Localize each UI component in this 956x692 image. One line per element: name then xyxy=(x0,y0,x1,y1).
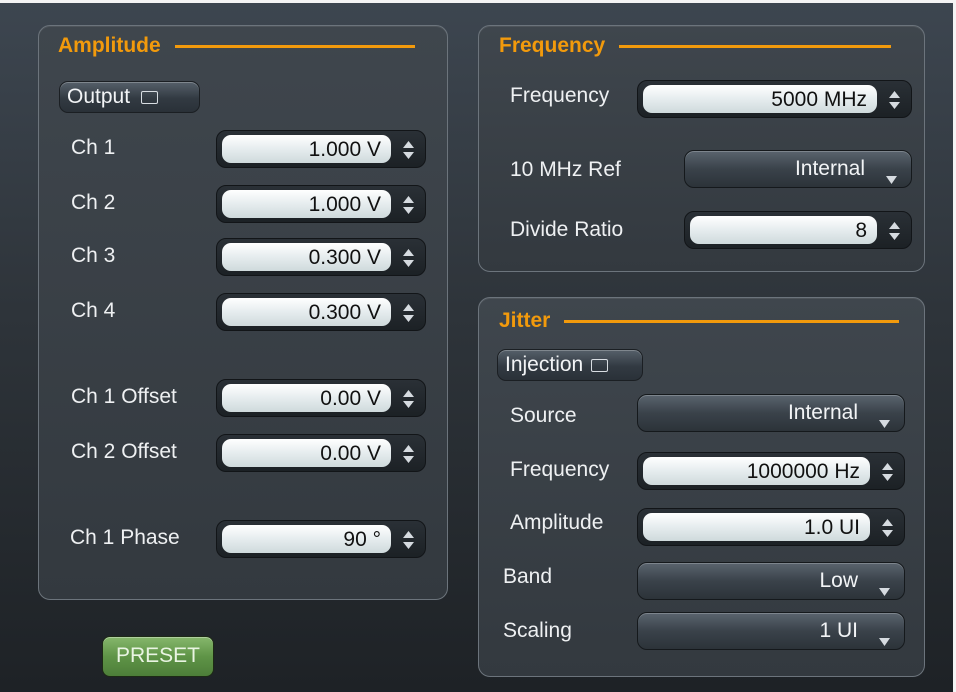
up-down-arrows-icon[interactable] xyxy=(888,221,901,241)
ch2-offset-value[interactable]: 0.00 V xyxy=(222,439,391,467)
ch1-label: Ch 1 xyxy=(71,136,116,159)
ch4-label: Ch 4 xyxy=(71,299,116,322)
amplitude-title: Amplitude xyxy=(58,34,415,58)
up-down-arrows-icon[interactable] xyxy=(402,248,415,268)
top-border xyxy=(0,0,956,3)
output-toggle-button[interactable]: Output xyxy=(59,81,200,113)
jitter-amplitude-label: Amplitude xyxy=(510,511,604,534)
divide-ratio-spinbox[interactable]: 8 xyxy=(684,211,912,249)
up-down-arrows-icon[interactable] xyxy=(402,389,415,409)
ch2-offset-spinbox[interactable]: 0.00 V xyxy=(216,434,426,472)
ch1-amplitude-spinbox[interactable]: 1.000 V xyxy=(216,130,426,168)
frequency-label: Frequency xyxy=(510,84,610,107)
ch3-label: Ch 3 xyxy=(71,244,116,267)
jitter-frequency-label: Frequency xyxy=(510,458,610,481)
ch3-amplitude-spinbox[interactable]: 0.300 V xyxy=(216,238,426,276)
ch1-phase-spinbox[interactable]: 90 ° xyxy=(216,520,426,558)
frequency-value[interactable]: 5000 MHz xyxy=(643,85,877,113)
up-down-arrows-icon[interactable] xyxy=(881,462,894,482)
caret-down-icon xyxy=(879,578,890,602)
checkbox-icon xyxy=(591,358,609,372)
ch2-amplitude-spinbox[interactable]: 1.000 V xyxy=(216,185,426,223)
caret-down-icon xyxy=(886,166,897,190)
up-down-arrows-icon[interactable] xyxy=(881,518,894,538)
ch1-offset-value[interactable]: 0.00 V xyxy=(222,384,391,412)
caret-down-icon xyxy=(879,628,890,652)
scaling-dropdown[interactable]: 1 UI xyxy=(637,612,905,650)
up-down-arrows-icon[interactable] xyxy=(402,303,415,323)
up-down-arrows-icon[interactable] xyxy=(402,140,415,160)
ref-dropdown-value: Internal xyxy=(794,157,865,180)
jitter-amplitude-spinbox[interactable]: 1.0 UI xyxy=(637,508,905,546)
jitter-title-text: Jitter xyxy=(499,309,551,332)
frequency-title-text: Frequency xyxy=(499,34,606,57)
up-down-arrows-icon[interactable] xyxy=(402,195,415,215)
jitter-title-line xyxy=(564,319,900,323)
up-down-arrows-icon[interactable] xyxy=(402,444,415,464)
divide-ratio-label: Divide Ratio xyxy=(510,218,624,241)
frequency-title: Frequency xyxy=(499,34,892,58)
ch1-amplitude-value[interactable]: 1.000 V xyxy=(222,135,391,163)
injection-toggle-label: Injection xyxy=(505,353,584,376)
ref-dropdown[interactable]: Internal xyxy=(684,150,912,188)
injection-toggle-button[interactable]: Injection xyxy=(497,349,643,381)
ch4-amplitude-value[interactable]: 0.300 V xyxy=(222,298,391,326)
jitter-amplitude-value[interactable]: 1.0 UI xyxy=(643,513,870,541)
up-down-arrows-icon[interactable] xyxy=(888,90,901,110)
source-dropdown[interactable]: Internal xyxy=(637,394,905,432)
band-dropdown[interactable]: Low xyxy=(637,562,905,600)
ch3-amplitude-value[interactable]: 0.300 V xyxy=(222,243,391,271)
scaling-dropdown-value: 1 UI xyxy=(819,619,858,642)
caret-down-icon xyxy=(879,410,890,434)
divide-ratio-value[interactable]: 8 xyxy=(690,216,877,244)
ch4-amplitude-spinbox[interactable]: 0.300 V xyxy=(216,293,426,331)
frequency-title-line xyxy=(619,44,892,48)
amplitude-title-line xyxy=(174,44,415,48)
ch1-phase-label: Ch 1 Phase xyxy=(70,526,180,549)
ch1-offset-spinbox[interactable]: 0.00 V xyxy=(216,379,426,417)
jitter-frequency-spinbox[interactable]: 1000000 Hz xyxy=(637,452,905,490)
source-dropdown-value: Internal xyxy=(787,401,858,424)
preset-button[interactable]: PRESET xyxy=(102,636,214,677)
band-dropdown-value: Low xyxy=(819,569,858,592)
jitter-frequency-value[interactable]: 1000000 Hz xyxy=(643,457,870,485)
ch2-amplitude-value[interactable]: 1.000 V xyxy=(222,190,391,218)
amplitude-title-text: Amplitude xyxy=(58,34,161,57)
checkbox-icon xyxy=(141,90,159,104)
ch2-label: Ch 2 xyxy=(71,191,116,214)
ch1-phase-value[interactable]: 90 ° xyxy=(222,525,391,553)
ch1-offset-label: Ch 1 Offset xyxy=(71,385,177,408)
frequency-spinbox[interactable]: 5000 MHz xyxy=(637,80,912,118)
jitter-title: Jitter xyxy=(499,309,900,333)
band-label: Band xyxy=(503,565,553,588)
ref-label: 10 MHz Ref xyxy=(510,158,621,181)
ch2-offset-label: Ch 2 Offset xyxy=(71,440,177,463)
output-toggle-label: Output xyxy=(67,85,131,108)
source-label: Source xyxy=(510,404,577,427)
scaling-label: Scaling xyxy=(503,619,572,642)
up-down-arrows-icon[interactable] xyxy=(402,530,415,550)
